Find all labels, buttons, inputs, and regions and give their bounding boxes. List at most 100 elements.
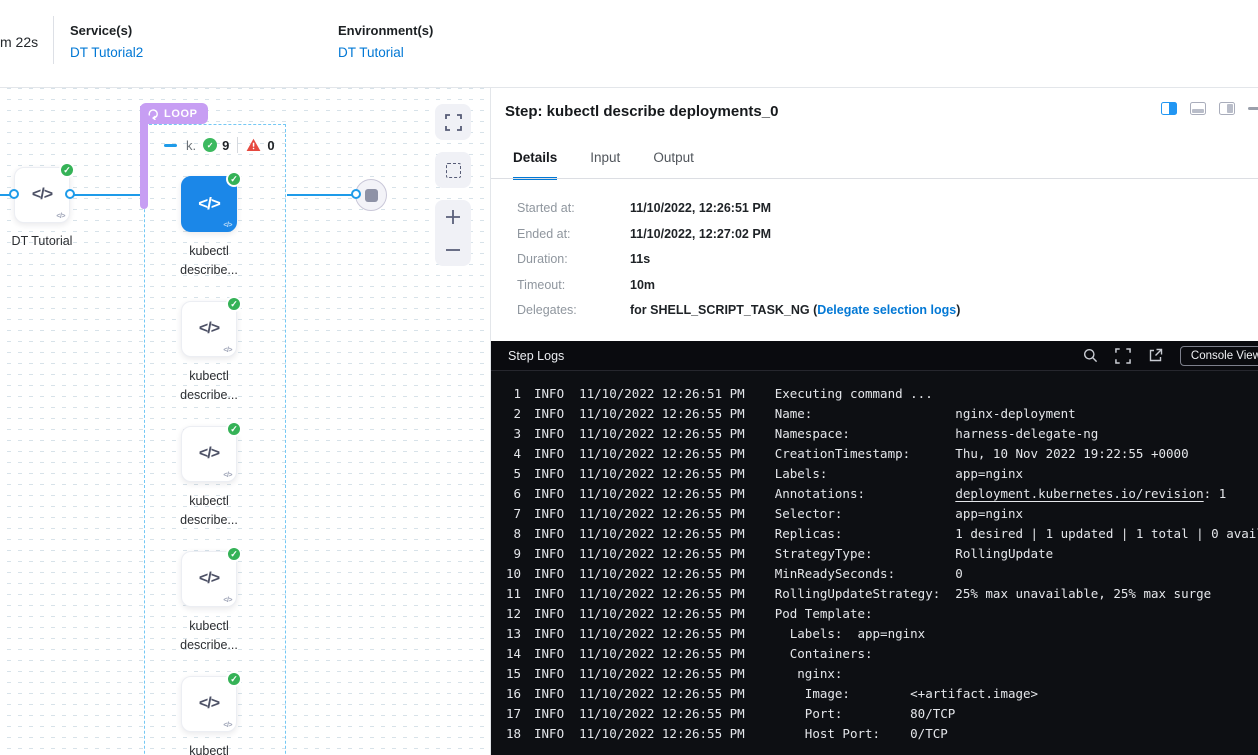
log-level: INFO xyxy=(534,684,564,704)
code-mini-icon: </> xyxy=(223,472,232,479)
step-node-dt-tutorial[interactable]: </> </> ✓ xyxy=(14,167,70,223)
log-line-number: 1 xyxy=(499,384,521,404)
detail-value: 11/10/2022, 12:26:51 PM xyxy=(630,201,771,215)
matrix-success-count: 9 xyxy=(222,138,229,153)
success-check-icon: ✓ xyxy=(59,162,75,178)
execution-duration: m 22s xyxy=(0,34,38,50)
log-line-number: 8 xyxy=(499,524,521,544)
log-annotation-link[interactable]: deployment.kubernetes.io/revision xyxy=(955,486,1203,501)
matrix-divider xyxy=(237,137,238,153)
search-icon[interactable] xyxy=(1083,348,1098,363)
loop-badge-label: LOOP xyxy=(164,108,198,120)
code-icon: </> xyxy=(199,320,219,338)
right-view-icon[interactable] xyxy=(1219,102,1235,115)
log-line-number: 5 xyxy=(499,464,521,484)
log-level: INFO xyxy=(534,544,564,564)
loop-step-node[interactable]: </></>✓ xyxy=(181,426,237,482)
tab-output[interactable]: Output xyxy=(653,150,694,180)
detail-row: Timeout:10m xyxy=(517,278,960,292)
log-line: 5INFO11/10/2022 12:26:55 PMLabels: app=n… xyxy=(499,464,1258,484)
log-line-number: 6 xyxy=(499,484,521,504)
delegate-selection-logs-link[interactable]: Delegate selection logs xyxy=(817,303,956,317)
pipeline-canvas[interactable]: LOOP </> </> ✓ DT Tutorial k. ✓ 9 0 </><… xyxy=(0,88,491,755)
logs-fullscreen-icon[interactable] xyxy=(1115,348,1131,364)
canvas-zoom-controls xyxy=(435,200,471,266)
step-logs-actions: Console View xyxy=(1083,346,1258,366)
collapse-minus-icon[interactable] xyxy=(164,144,177,147)
code-icon: </> xyxy=(199,695,219,713)
environment-link[interactable]: DT Tutorial xyxy=(338,45,433,60)
connector-dot[interactable] xyxy=(9,189,19,199)
details-list: Started at:11/10/2022, 12:26:51 PM Ended … xyxy=(517,201,960,329)
success-check-icon: ✓ xyxy=(226,171,242,187)
loop-step-node[interactable]: </></>✓ xyxy=(181,551,237,607)
log-timestamp: 11/10/2022 12:26:55 PM xyxy=(579,544,745,564)
detail-label: Ended at: xyxy=(517,227,630,241)
canvas-marquee-select-button[interactable] xyxy=(435,152,471,188)
connector-dot[interactable] xyxy=(351,189,361,199)
log-line: 1INFO11/10/2022 12:26:51 PMExecuting com… xyxy=(499,384,1258,404)
zoom-out-icon[interactable] xyxy=(444,241,462,259)
detail-row: Started at:11/10/2022, 12:26:51 PM xyxy=(517,201,960,215)
log-timestamp: 11/10/2022 12:26:55 PM xyxy=(579,504,745,524)
panel-layout-switcher xyxy=(1161,102,1258,115)
service-link[interactable]: DT Tutorial2 xyxy=(70,45,143,60)
log-timestamp: 11/10/2022 12:26:55 PM xyxy=(579,604,745,624)
edge-to-end xyxy=(287,194,356,196)
log-line-number: 17 xyxy=(499,704,521,724)
connector-dot[interactable] xyxy=(65,189,75,199)
log-level: INFO xyxy=(534,404,564,424)
log-timestamp: 11/10/2022 12:26:55 PM xyxy=(579,704,745,724)
log-message: Name: nginx-deployment xyxy=(775,404,1076,424)
canvas-fullscreen-button[interactable] xyxy=(435,104,471,140)
log-line-number: 4 xyxy=(499,444,521,464)
tab-details[interactable]: Details xyxy=(513,150,557,180)
log-timestamp: 11/10/2022 12:26:55 PM xyxy=(579,444,745,464)
log-lines[interactable]: 1INFO11/10/2022 12:26:51 PMExecuting com… xyxy=(491,371,1258,755)
loop-step-node[interactable]: </></>✓ xyxy=(181,301,237,357)
matrix-failed-count: 0 xyxy=(267,138,274,153)
log-line-number: 15 xyxy=(499,664,521,684)
tab-input[interactable]: Input xyxy=(590,150,620,180)
log-line: 2INFO11/10/2022 12:26:55 PMName: nginx-d… xyxy=(499,404,1258,424)
service-label: Service(s) xyxy=(70,23,143,38)
log-line-number: 14 xyxy=(499,644,521,664)
log-line: 15INFO11/10/2022 12:26:55 PM nginx: xyxy=(499,664,1258,684)
log-timestamp: 11/10/2022 12:26:55 PM xyxy=(579,644,745,664)
bottom-view-icon[interactable] xyxy=(1190,102,1206,115)
loop-step-node[interactable]: </></>✓ xyxy=(181,676,237,732)
log-level: INFO xyxy=(534,724,564,744)
code-icon: </> xyxy=(199,445,219,463)
loop-step-node[interactable]: </></>✓ xyxy=(181,176,237,232)
log-line-number: 3 xyxy=(499,424,521,444)
code-icon: </> xyxy=(198,194,220,214)
log-line-number: 7 xyxy=(499,504,521,524)
collapse-panel-icon[interactable] xyxy=(1248,107,1258,110)
topbar-divider xyxy=(53,16,54,64)
detail-value: 11/10/2022, 12:27:02 PM xyxy=(630,227,771,241)
log-line-number: 9 xyxy=(499,544,521,564)
detail-label: Timeout: xyxy=(517,278,630,292)
log-timestamp: 11/10/2022 12:26:55 PM xyxy=(579,484,745,504)
open-in-new-icon[interactable] xyxy=(1148,348,1163,363)
log-timestamp: 11/10/2022 12:26:55 PM xyxy=(579,664,745,684)
zoom-in-icon[interactable] xyxy=(444,208,462,226)
log-timestamp: 11/10/2022 12:26:55 PM xyxy=(579,624,745,644)
code-mini-icon: </> xyxy=(223,222,232,229)
console-view-button[interactable]: Console View xyxy=(1180,346,1258,366)
detail-value: 11s xyxy=(630,252,650,266)
split-view-icon[interactable] xyxy=(1161,102,1177,115)
log-level: INFO xyxy=(534,644,564,664)
log-line: 3INFO11/10/2022 12:26:55 PMNamespace: ha… xyxy=(499,424,1258,444)
detail-tabs: Details Input Output xyxy=(513,150,694,180)
log-message: StrategyType: RollingUpdate xyxy=(775,544,1053,564)
log-message: nginx: xyxy=(775,664,843,684)
log-message: MinReadySeconds: 0 xyxy=(775,564,963,584)
code-mini-icon: </> xyxy=(223,597,232,604)
code-icon: </> xyxy=(199,570,219,588)
log-line: 11INFO11/10/2022 12:26:55 PMRollingUpdat… xyxy=(499,584,1258,604)
step-logs-title: Step Logs xyxy=(508,349,564,363)
detail-label: Duration: xyxy=(517,252,630,266)
log-line-number: 12 xyxy=(499,604,521,624)
service-group: Service(s) DT Tutorial2 xyxy=(70,23,143,60)
